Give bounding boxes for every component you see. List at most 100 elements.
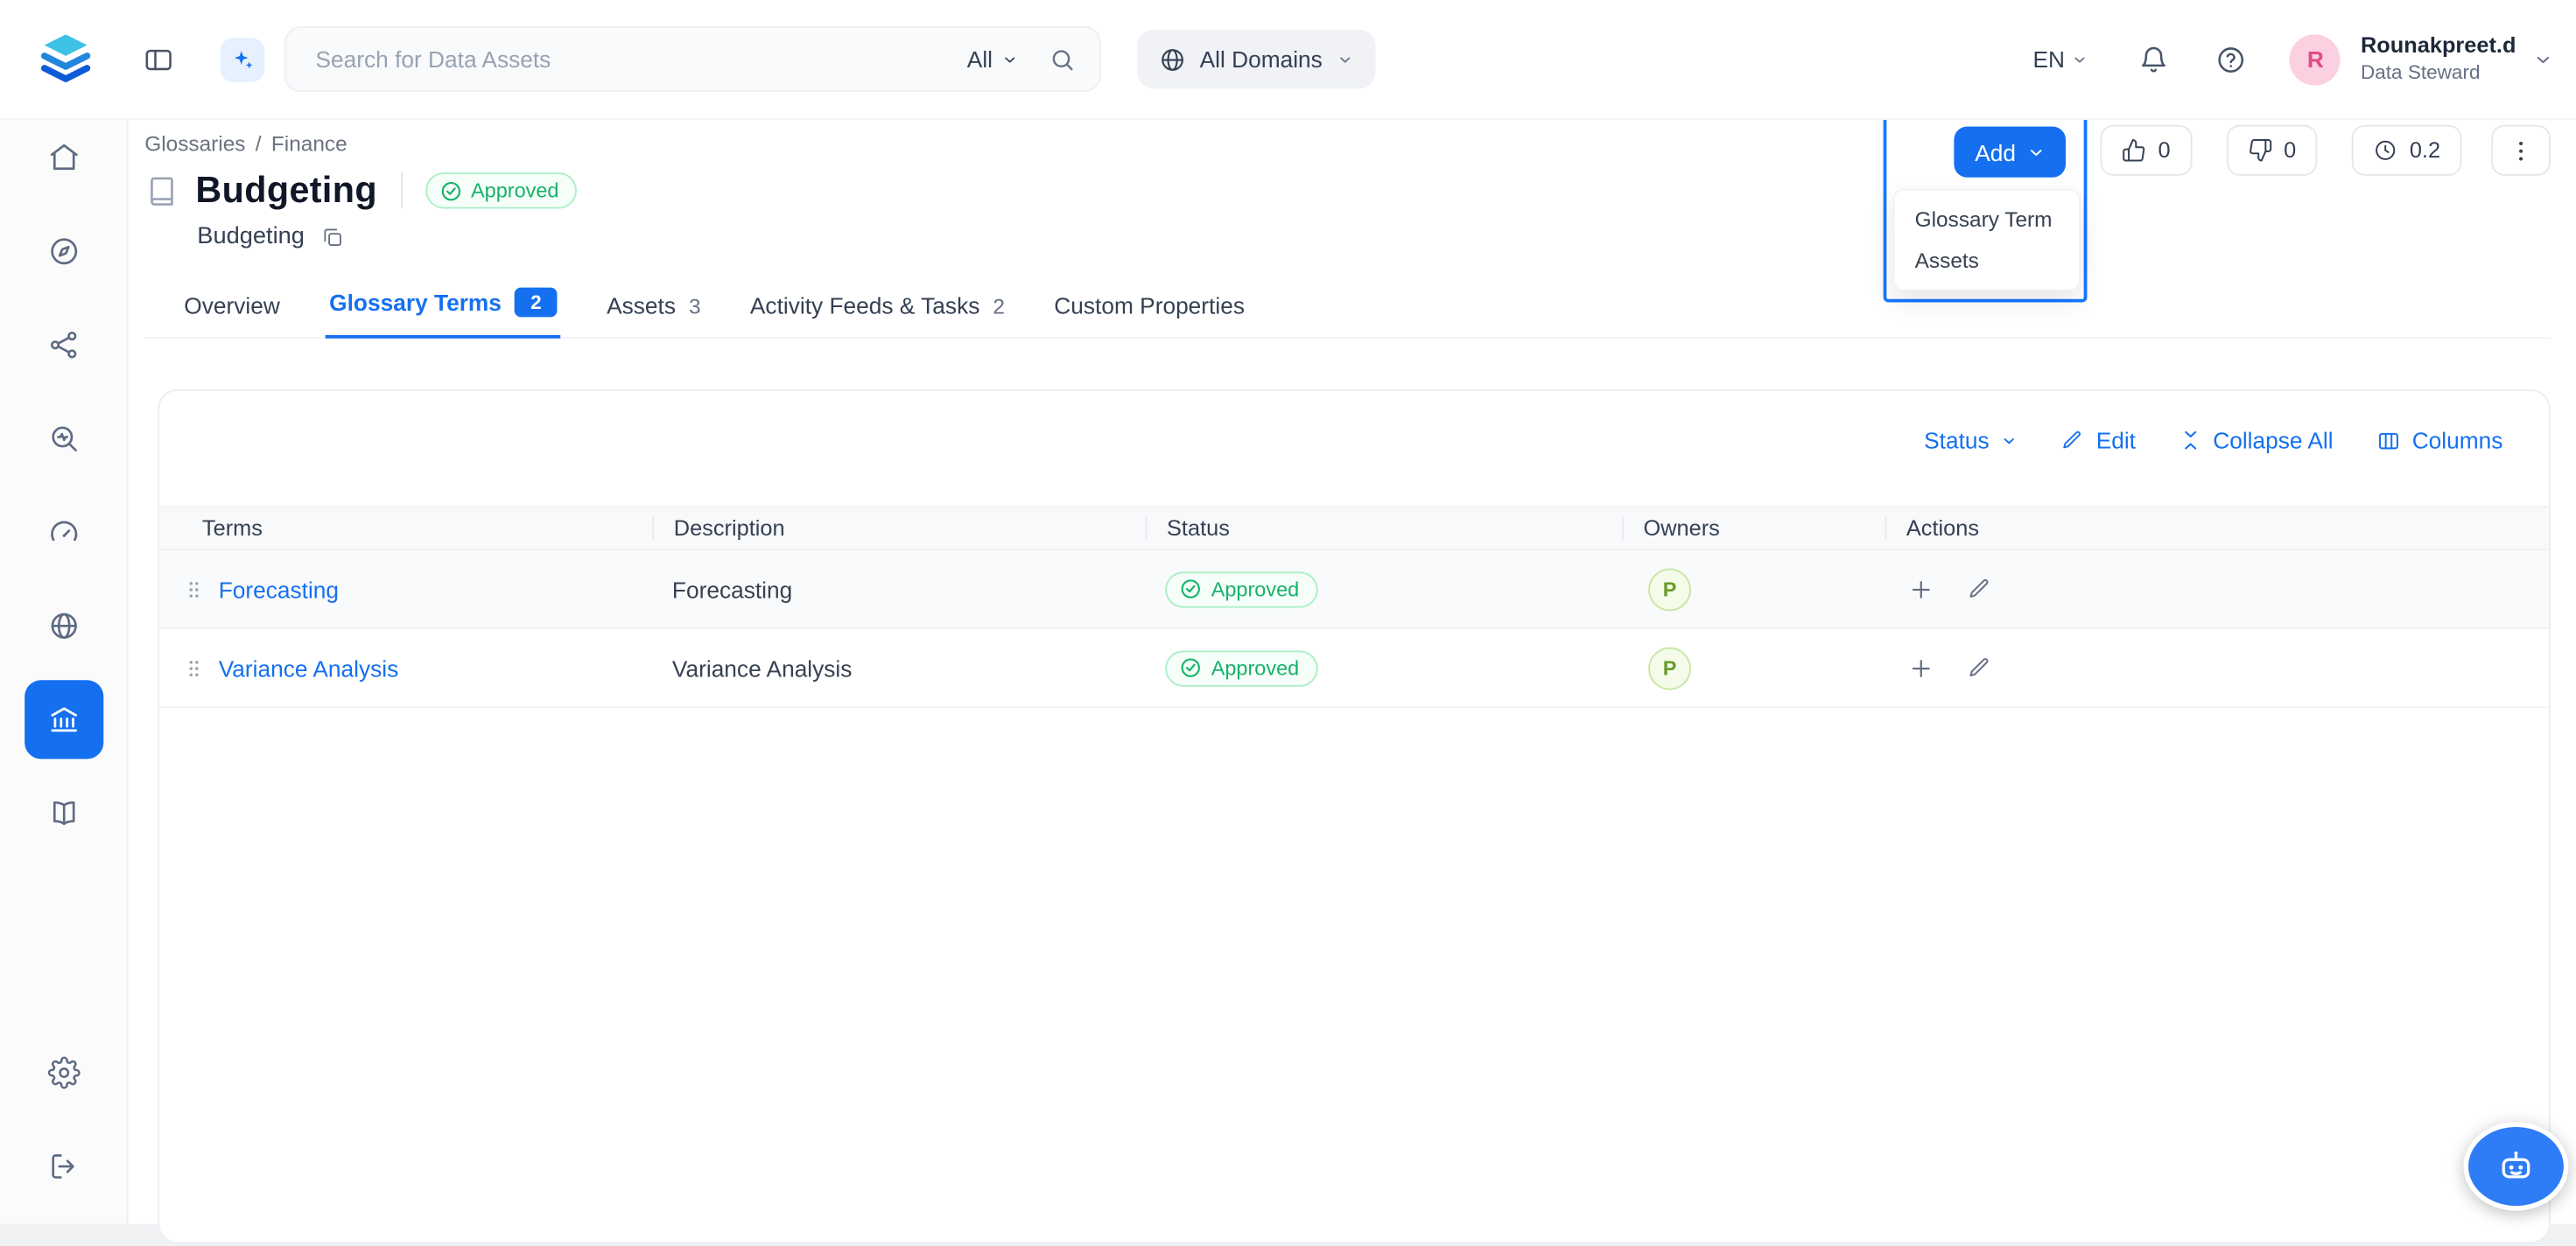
edit-button-label: Edit xyxy=(2096,427,2136,453)
term-description: Variance Analysis xyxy=(652,654,1145,681)
more-options-button[interactable] xyxy=(2491,125,2551,176)
table-row: Forecasting Forecasting Approved P xyxy=(159,550,2549,629)
upvote-button[interactable]: 0 xyxy=(2101,125,2192,176)
column-header-owners: Owners xyxy=(1622,516,1885,541)
sidebar-item-knowledge[interactable] xyxy=(24,774,102,852)
notifications-button[interactable] xyxy=(2136,40,2173,78)
title-divider xyxy=(400,172,402,208)
check-circle-icon xyxy=(1180,657,1201,678)
help-button[interactable] xyxy=(2213,40,2250,78)
panel-toggle-icon xyxy=(143,44,174,75)
table-row: Variance Analysis Variance Analysis Appr… xyxy=(159,629,2549,708)
copy-icon xyxy=(321,224,346,248)
collapse-all-label: Collapse All xyxy=(2213,427,2333,453)
sidebar-item-home[interactable] xyxy=(24,118,102,197)
user-info: Rounakpreet.d Data Steward xyxy=(2361,33,2516,86)
sidebar-toggle-button[interactable] xyxy=(140,40,178,78)
tab-overview-label: Overview xyxy=(184,292,280,318)
breadcrumb-glossaries[interactable]: Glossaries xyxy=(144,131,245,156)
drag-handle-icon[interactable] xyxy=(182,656,205,679)
pencil-icon xyxy=(2061,429,2084,452)
tab-assets[interactable]: Assets 3 xyxy=(603,283,704,337)
downvote-button[interactable]: 0 xyxy=(2226,125,2317,176)
version-button[interactable]: 0.2 xyxy=(2352,125,2461,176)
menu-item-assets[interactable]: Assets xyxy=(1895,240,2079,281)
user-name: Rounakpreet.d xyxy=(2361,33,2516,61)
sidebar-item-insights[interactable] xyxy=(24,493,102,571)
chevron-down-icon xyxy=(1336,50,1354,68)
search-icon[interactable] xyxy=(1049,46,1077,74)
app-root: All All Domains EN xyxy=(0,0,2576,1246)
owner-avatar: P xyxy=(1648,647,1691,690)
edit-term-button[interactable] xyxy=(1967,576,1991,602)
owner-avatar: P xyxy=(1648,568,1691,611)
sidebar-item-settings[interactable] xyxy=(24,1033,102,1112)
tab-activity-feeds[interactable]: Activity Feeds & Tasks 2 xyxy=(747,283,1008,337)
tab-glossary-terms[interactable]: Glossary Terms 2 xyxy=(326,277,560,338)
term-link[interactable]: Variance Analysis xyxy=(219,654,399,681)
add-dropdown-menu: Glossary Term Assets xyxy=(1893,189,2081,290)
search-scope-dropdown[interactable]: All xyxy=(967,46,1019,73)
drag-handle-icon[interactable] xyxy=(182,578,205,600)
term-description: Forecasting xyxy=(652,576,1145,602)
ai-assistant-button[interactable] xyxy=(221,37,265,81)
chevron-down-icon xyxy=(2072,50,2090,68)
tab-assets-count: 3 xyxy=(689,293,701,318)
add-child-term-button[interactable] xyxy=(1908,654,1934,681)
status-filter-dropdown[interactable]: Status xyxy=(1924,427,2018,453)
kebab-menu-icon xyxy=(2508,137,2534,164)
sidebar-item-logout[interactable] xyxy=(24,1127,102,1206)
language-selector[interactable]: EN xyxy=(2033,46,2090,73)
term-link[interactable]: Forecasting xyxy=(219,576,339,602)
search-input[interactable] xyxy=(312,45,967,74)
edit-term-button[interactable] xyxy=(1967,654,1991,681)
collapse-all-icon xyxy=(2179,429,2201,452)
domains-filter-button[interactable]: All Domains xyxy=(1137,30,1375,89)
tab-overview[interactable]: Overview xyxy=(181,283,284,337)
collapse-all-button[interactable]: Collapse All xyxy=(2179,427,2334,453)
compass-icon xyxy=(47,234,81,268)
copy-button[interactable] xyxy=(321,224,346,248)
breadcrumb-finance[interactable]: Finance xyxy=(271,131,347,156)
chevron-down-icon xyxy=(2532,48,2553,69)
tab-activity-count: 2 xyxy=(993,293,1005,318)
menu-item-glossary-term[interactable]: Glossary Term xyxy=(1895,199,2079,240)
search-scope-label: All xyxy=(967,46,993,73)
observability-icon xyxy=(47,423,81,456)
domains-filter-label: All Domains xyxy=(1200,46,1323,73)
question-circle-icon xyxy=(2216,44,2248,75)
sidebar-item-observability[interactable] xyxy=(24,399,102,478)
edit-button[interactable]: Edit xyxy=(2061,427,2136,453)
status-badge-label: Approved xyxy=(471,179,558,202)
columns-button[interactable]: Columns xyxy=(2376,427,2502,453)
logo-layer-mid xyxy=(45,56,88,66)
column-header-description: Description xyxy=(652,516,1145,541)
sidebar-item-govern-glossary[interactable] xyxy=(24,680,102,759)
sidebar-item-lineage[interactable] xyxy=(24,305,102,384)
column-header-terms: Terms xyxy=(159,516,652,541)
add-button[interactable]: Add xyxy=(1955,127,2067,178)
insights-gauge-icon xyxy=(47,516,81,550)
add-child-term-button[interactable] xyxy=(1908,576,1934,602)
user-menu[interactable]: R Rounakpreet.d Data Steward xyxy=(2290,33,2553,86)
main-content: Glossaries / Finance Budgeting Approved xyxy=(128,118,2576,1224)
sidebar-item-explore[interactable] xyxy=(24,212,102,290)
thumbs-up-icon xyxy=(2122,138,2146,163)
table-header-row: Terms Description Status Owners Actions xyxy=(159,506,2549,550)
chat-assistant-button[interactable] xyxy=(2463,1122,2568,1210)
pencil-icon xyxy=(1967,655,1991,680)
chevron-down-icon xyxy=(2001,431,2019,450)
app-logo[interactable] xyxy=(36,30,95,89)
sidebar-item-domains[interactable] xyxy=(24,586,102,665)
user-role: Data Steward xyxy=(2361,60,2516,85)
status-badge-label: Approved xyxy=(1211,578,1299,600)
upvote-count: 0 xyxy=(2158,138,2171,163)
top-navigation-bar: All All Domains EN xyxy=(0,0,2576,120)
header-actions: Add Glossary Term Assets 0 xyxy=(1884,115,2551,302)
tab-glossary-terms-count: 2 xyxy=(515,288,558,318)
tab-custom-properties[interactable]: Custom Properties xyxy=(1051,283,1248,337)
downvote-count: 0 xyxy=(2284,138,2296,163)
topbar-right-section: EN R Rounakpreet.d Data xyxy=(2033,33,2554,86)
globe-icon xyxy=(1159,46,1187,74)
language-label: EN xyxy=(2033,46,2066,73)
